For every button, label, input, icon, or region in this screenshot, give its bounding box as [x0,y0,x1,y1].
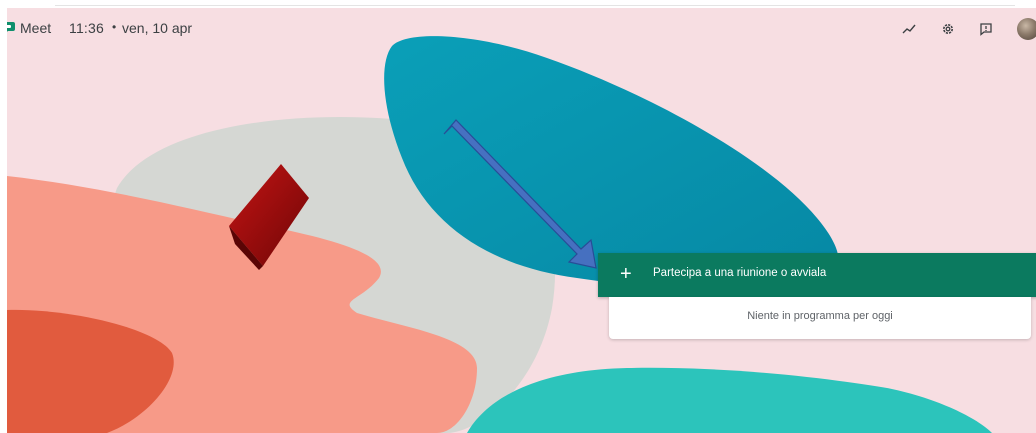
trend-icon[interactable] [900,20,918,38]
plus-icon: + [620,263,632,285]
current-time: 11:36 [69,20,104,36]
browser-edge-line [55,5,1015,6]
top-bar: Meet 11:36 • ven, 10 apr [7,8,1036,48]
schedule-card: Niente in programma per oggi [609,297,1031,339]
app-name: Meet [20,20,52,36]
meet-logo-icon [7,22,15,32]
meet-home: Meet 11:36 • ven, 10 apr + Partecipa a u… [7,8,1036,433]
gear-icon[interactable] [939,20,957,38]
background-illustration [7,36,992,433]
no-meetings-message: Niente in programma per oggi [747,310,893,322]
join-button-label: Partecipa a una riunione o avviala [653,267,827,279]
join-or-start-meeting-button[interactable]: + Partecipa a una riunione o avviala [598,253,1036,297]
turquoise-shape [467,367,992,433]
feedback-icon[interactable] [977,20,995,38]
avatar[interactable] [1017,18,1036,40]
current-date: ven, 10 apr [122,20,193,36]
header-separator: • [112,20,117,34]
